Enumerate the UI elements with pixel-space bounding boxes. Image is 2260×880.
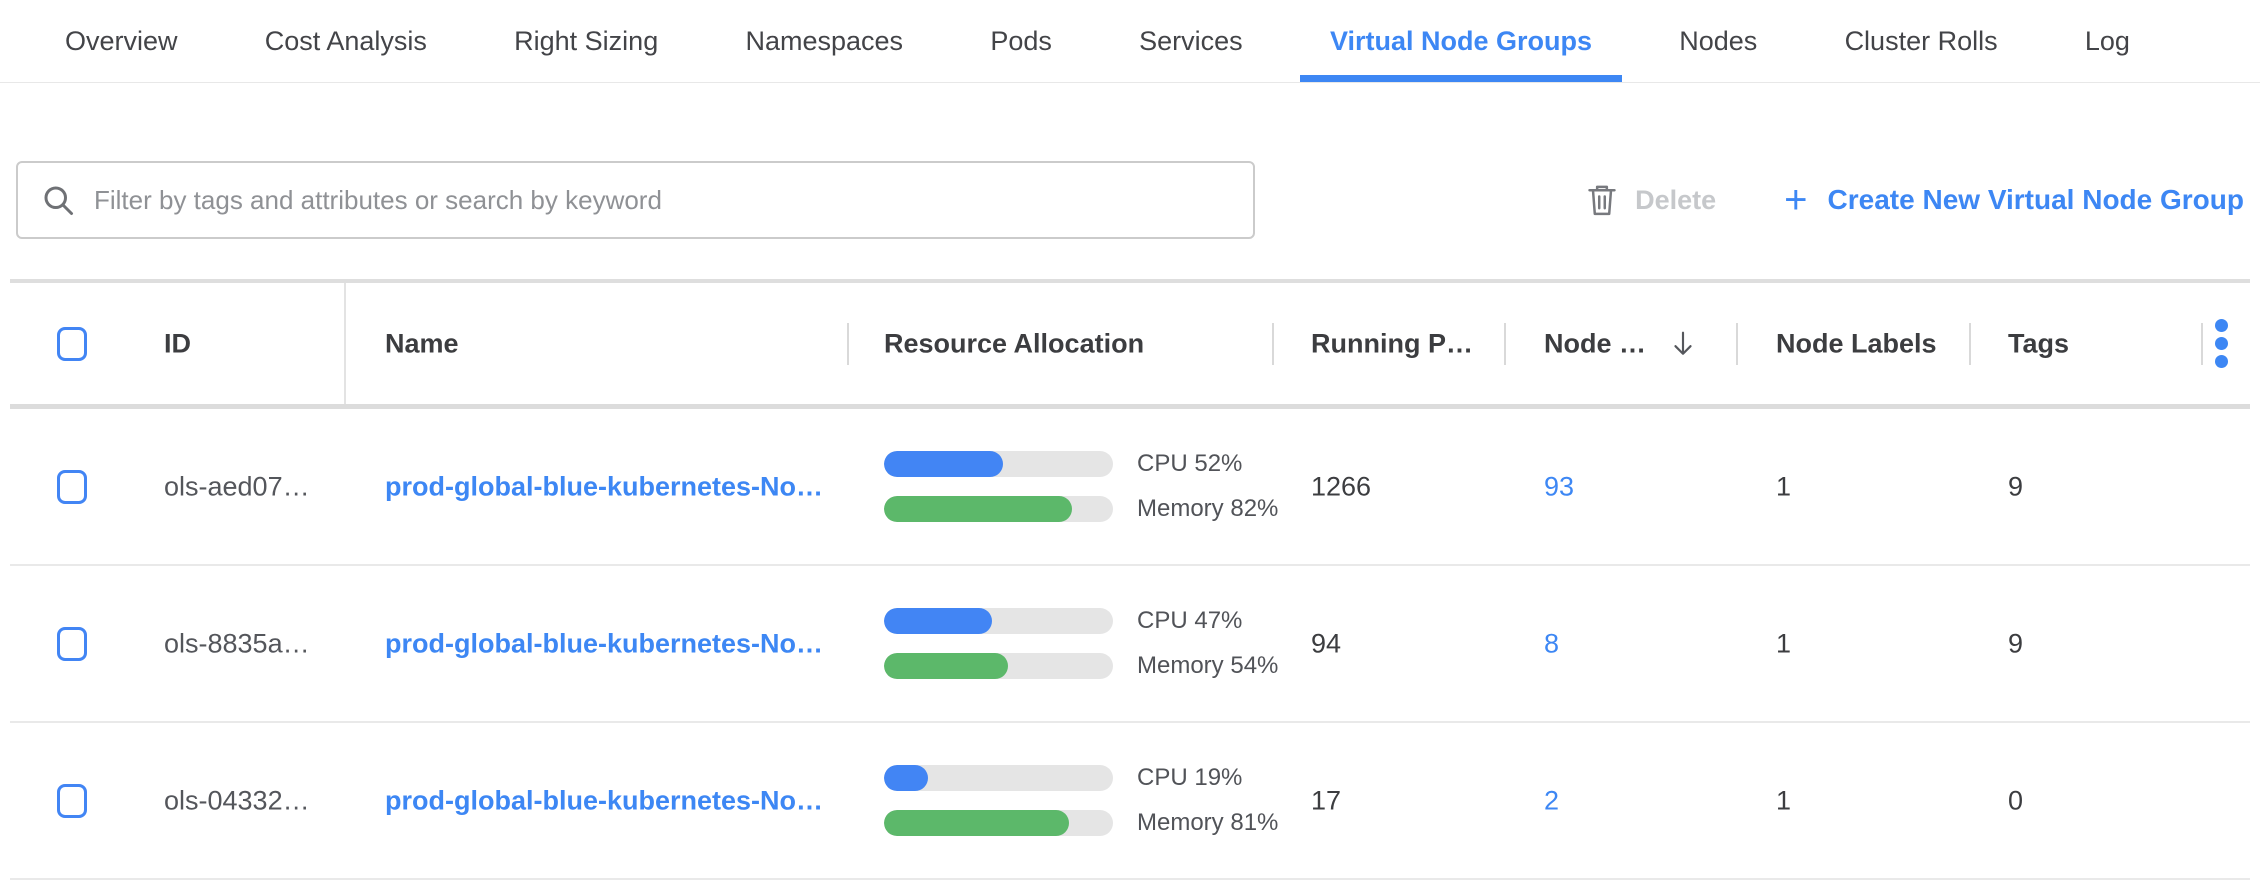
- tab-nodes[interactable]: Nodes: [1649, 0, 1787, 82]
- column-header-nodes[interactable]: Node …: [1544, 328, 1696, 359]
- nodes-count-cell: 8: [1544, 628, 1559, 659]
- search-icon: [40, 182, 76, 218]
- column-divider: [1969, 323, 1971, 365]
- toolbar-actions: Delete + Create New Virtual Node Group: [1585, 161, 2244, 239]
- memory-usage-fill: [884, 653, 1008, 679]
- cpu-usage-fill: [884, 765, 928, 791]
- cpu-usage-bar: [884, 451, 1113, 477]
- node-labels-count: 1: [1776, 471, 1791, 502]
- vng-name-link[interactable]: prod-global-blue-kubernetes-No…: [385, 471, 823, 501]
- vng-name-cell: prod-global-blue-kubernetes-No…: [385, 628, 823, 659]
- memory-usage-label: Memory 82%: [1137, 495, 1297, 523]
- tags-count: 0: [2008, 785, 2023, 816]
- nodes-count-cell: 93: [1544, 471, 1574, 502]
- vng-name-link[interactable]: prod-global-blue-kubernetes-No…: [385, 628, 823, 658]
- tab-cluster-rolls[interactable]: Cluster Rolls: [1815, 0, 2028, 82]
- row-checkbox[interactable]: [57, 627, 87, 661]
- memory-usage-bar: [884, 496, 1113, 522]
- memory-usage-label: Memory 54%: [1137, 652, 1297, 680]
- kebab-dot: [2215, 319, 2228, 332]
- tab-cost-analysis[interactable]: Cost Analysis: [235, 0, 457, 82]
- column-divider: [1504, 323, 1506, 365]
- vng-name-cell: prod-global-blue-kubernetes-No…: [385, 471, 823, 502]
- kebab-dot: [2215, 355, 2228, 368]
- cpu-usage-bar: [884, 608, 1113, 634]
- vng-name-link[interactable]: prod-global-blue-kubernetes-No…: [385, 785, 823, 815]
- column-header-running-pods[interactable]: Running P…: [1311, 328, 1473, 359]
- plus-icon: +: [1784, 180, 1807, 220]
- resource-allocation-cell: CPU 52% Memory 82%: [884, 409, 1297, 564]
- kebab-dot: [2215, 337, 2228, 350]
- cpu-usage-label: CPU 52%: [1137, 450, 1297, 478]
- tab-right-sizing[interactable]: Right Sizing: [484, 0, 688, 82]
- row-checkbox[interactable]: [57, 784, 87, 818]
- tab-namespaces[interactable]: Namespaces: [715, 0, 933, 82]
- tab-services[interactable]: Services: [1109, 0, 1273, 82]
- table-row: ols-8835a… prod-global-blue-kubernetes-N…: [10, 566, 2250, 723]
- tab-pods[interactable]: Pods: [960, 0, 1082, 82]
- sort-descending-arrow-icon: [1670, 330, 1696, 358]
- table-row: ols-aed07… prod-global-blue-kubernetes-N…: [10, 409, 2250, 566]
- tags-count: 9: [2008, 471, 2023, 502]
- create-new-virtual-node-group-button[interactable]: + Create New Virtual Node Group: [1784, 180, 2244, 220]
- column-header-id[interactable]: ID: [164, 328, 191, 359]
- memory-usage-bar: [884, 810, 1113, 836]
- vng-name-cell: prod-global-blue-kubernetes-No…: [385, 785, 823, 816]
- column-header-node-labels[interactable]: Node Labels: [1776, 328, 1937, 359]
- cpu-usage-fill: [884, 608, 992, 634]
- cpu-usage-bar: [884, 765, 1113, 791]
- row-checkbox[interactable]: [57, 470, 87, 504]
- column-divider: [2201, 323, 2203, 365]
- column-divider: [1272, 323, 1274, 365]
- table-toolbar: Delete + Create New Virtual Node Group: [16, 161, 2244, 239]
- memory-usage-fill: [884, 496, 1072, 522]
- select-all-checkbox[interactable]: [57, 327, 87, 361]
- tab-virtual-node-groups[interactable]: Virtual Node Groups: [1300, 0, 1622, 82]
- column-header-nodes-label: Node …: [1544, 328, 1646, 359]
- create-button-label: Create New Virtual Node Group: [1828, 184, 2244, 216]
- nodes-count-link[interactable]: 2: [1544, 785, 1559, 815]
- cpu-usage-fill: [884, 451, 1003, 477]
- running-pods-count: 94: [1311, 628, 1341, 659]
- column-header-name[interactable]: Name: [385, 328, 459, 359]
- column-divider: [1736, 323, 1738, 365]
- cpu-usage-label: CPU 19%: [1137, 764, 1297, 792]
- delete-button[interactable]: Delete: [1585, 182, 1716, 218]
- node-labels-count: 1: [1776, 628, 1791, 659]
- table-row: ols-04332… prod-global-blue-kubernetes-N…: [10, 723, 2250, 880]
- main-tab-bar: Overview Cost Analysis Right Sizing Name…: [0, 0, 2260, 83]
- table-header-row: ID Name Resource Allocation Running P… N…: [10, 279, 2250, 409]
- vng-id: ols-04332…: [164, 785, 310, 816]
- resource-allocation-cell: CPU 47% Memory 54%: [884, 566, 1297, 721]
- nodes-count-cell: 2: [1544, 785, 1559, 816]
- running-pods-count: 17: [1311, 785, 1341, 816]
- column-header-resource-allocation[interactable]: Resource Allocation: [884, 328, 1144, 359]
- nodes-count-link[interactable]: 8: [1544, 628, 1559, 658]
- trash-icon: [1585, 182, 1619, 218]
- nodes-count-link[interactable]: 93: [1544, 471, 1574, 501]
- delete-button-label: Delete: [1635, 185, 1716, 216]
- memory-usage-label: Memory 81%: [1137, 809, 1297, 837]
- tags-count: 9: [2008, 628, 2023, 659]
- memory-usage-bar: [884, 653, 1113, 679]
- filter-search-box[interactable]: [16, 161, 1255, 239]
- tab-overview[interactable]: Overview: [35, 0, 208, 82]
- vng-id: ols-aed07…: [164, 471, 310, 502]
- running-pods-count: 1266: [1311, 471, 1371, 502]
- cpu-usage-label: CPU 47%: [1137, 607, 1297, 635]
- column-divider: [847, 323, 849, 365]
- node-labels-count: 1: [1776, 785, 1791, 816]
- resource-allocation-cell: CPU 19% Memory 81%: [884, 723, 1297, 878]
- virtual-node-groups-table: ID Name Resource Allocation Running P… N…: [10, 279, 2250, 842]
- filter-search-input[interactable]: [94, 185, 1231, 216]
- column-header-tags[interactable]: Tags: [2008, 328, 2069, 359]
- memory-usage-fill: [884, 810, 1069, 836]
- tab-log[interactable]: Log: [2055, 0, 2160, 82]
- column-settings-menu-button[interactable]: [2209, 311, 2234, 377]
- vng-id: ols-8835a…: [164, 628, 310, 659]
